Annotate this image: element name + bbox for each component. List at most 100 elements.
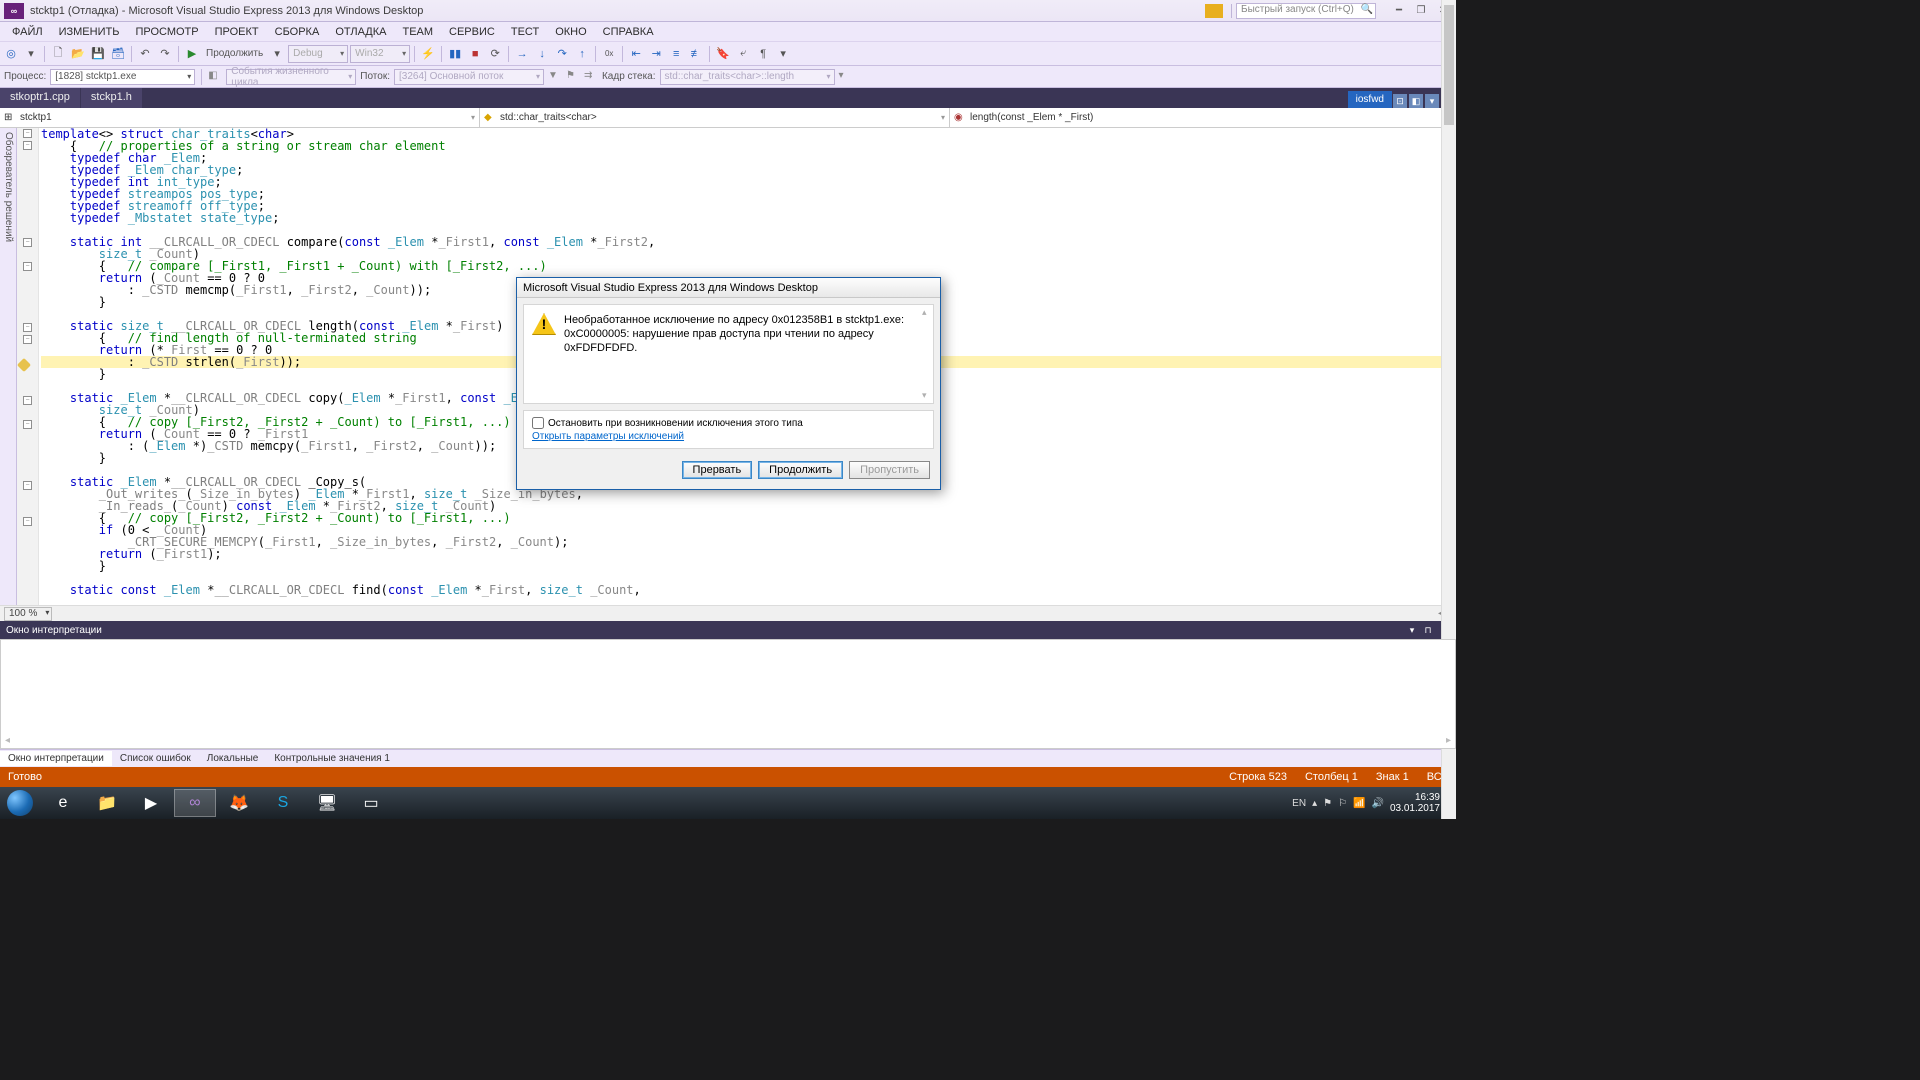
task-explorer[interactable]: 📁	[86, 789, 128, 817]
step-out-icon[interactable]: ↑	[573, 45, 591, 63]
hex-icon[interactable]: 0x	[600, 45, 618, 63]
fold-icon[interactable]: −	[23, 238, 32, 247]
notification-icon[interactable]	[1205, 4, 1223, 18]
editor-scrollbar[interactable]	[1441, 128, 1456, 605]
tray-volume-icon[interactable]: 🔊	[1371, 798, 1383, 809]
fold-icon[interactable]: −	[23, 396, 32, 405]
dialog-continue-button[interactable]: Продолжить	[758, 461, 843, 479]
task-ie[interactable]: e	[42, 789, 84, 817]
dialog-ignore-button[interactable]: Пропустить	[849, 461, 930, 479]
menu-team[interactable]: TEAM	[402, 26, 433, 38]
step-over-icon[interactable]: ↷	[553, 45, 571, 63]
dialog-exception-settings-link[interactable]: Открыть параметры исключений	[532, 431, 684, 442]
filter-icon[interactable]: ▼	[548, 70, 562, 84]
ptab-locals[interactable]: Локальные	[199, 751, 267, 766]
menu-debug[interactable]: ОТЛАДКА	[335, 26, 386, 38]
tab-stckp1h[interactable]: stckp1.h	[81, 88, 142, 108]
indent-icon[interactable]: ⇤	[627, 45, 645, 63]
dialog-break-checkbox[interactable]: Остановить при возникновении исключения …	[532, 417, 925, 429]
outdent-icon[interactable]: ⇥	[647, 45, 665, 63]
task-vs[interactable]: ∞	[174, 789, 216, 817]
restart-icon[interactable]: ⟳	[486, 45, 504, 63]
menu-project[interactable]: ПРОЕКТ	[215, 26, 259, 38]
task-syssettings[interactable]: 🖥	[306, 789, 348, 817]
fold-icon[interactable]: −	[23, 420, 32, 429]
panel-dropdown-icon[interactable]: ▾	[1406, 624, 1418, 636]
fold-icon[interactable]: −	[23, 517, 32, 526]
wrap-icon[interactable]: ⤶	[734, 45, 752, 63]
platform-dropdown[interactable]: Win32	[350, 45, 410, 63]
solution-explorer-tab[interactable]: Обозреватель решений	[0, 128, 17, 605]
continue-icon[interactable]: ▶	[183, 45, 201, 63]
fold-icon[interactable]: −	[23, 262, 32, 271]
menu-test[interactable]: ТЕСТ	[511, 26, 539, 38]
comment-icon[interactable]: ≡	[667, 45, 685, 63]
current-statement-icon[interactable]	[17, 358, 31, 372]
editor-gutter[interactable]: − − − − − − − − − −	[17, 128, 39, 605]
fold-icon[interactable]: −	[23, 129, 32, 138]
new-file-icon[interactable]: 🗋	[49, 45, 67, 63]
preview-promote-icon[interactable]: ◧	[1409, 94, 1423, 108]
undo-icon[interactable]: ↶	[136, 45, 154, 63]
nav-project[interactable]: ⊞stcktp1	[0, 108, 480, 127]
navigate-back-icon[interactable]: ◎	[2, 45, 20, 63]
bookmark-icon[interactable]: 🔖	[714, 45, 732, 63]
redo-icon[interactable]: ↷	[156, 45, 174, 63]
zoom-dropdown[interactable]: 100 %	[4, 607, 52, 621]
tray-flag-icon[interactable]: ⚑	[1323, 798, 1332, 809]
stop-icon[interactable]: ■	[466, 45, 484, 63]
fold-icon[interactable]: −	[23, 141, 32, 150]
navigate-fwd-icon[interactable]: ▾	[22, 45, 40, 63]
threads-icon[interactable]: ⇉	[584, 70, 598, 84]
dialog-scroll[interactable]: ▴▾	[920, 305, 933, 403]
magic-icon[interactable]: ⚡	[419, 45, 437, 63]
dialog-break-button[interactable]: Прервать	[682, 461, 753, 479]
task-wmp[interactable]: ▶	[130, 789, 172, 817]
save-all-icon[interactable]: 🗃	[109, 45, 127, 63]
menu-help[interactable]: СПРАВКА	[603, 26, 654, 38]
menu-view[interactable]: ПРОСМОТР	[135, 26, 198, 38]
nav-class[interactable]: ◆std::char_traits<char>	[480, 108, 950, 127]
output-panel-body[interactable]: ◂ ▸	[0, 639, 1456, 749]
uncomment-icon[interactable]: ≢	[687, 45, 705, 63]
preview-pin-icon[interactable]: ⊡	[1393, 94, 1407, 108]
tray-network-icon[interactable]: 📶	[1353, 798, 1365, 809]
ptab-immediate[interactable]: Окно интерпретации	[0, 751, 112, 766]
task-skype[interactable]: S	[262, 789, 304, 817]
overflow-icon[interactable]: ▾	[774, 45, 792, 63]
stack-dropdown[interactable]: std::char_traits<char>::length	[660, 69, 835, 85]
tray-clock[interactable]: 16:3903.01.2017	[1390, 792, 1440, 814]
process-dropdown[interactable]: [1828] stcktp1.exe	[50, 69, 195, 85]
overflow2-icon[interactable]: ▾	[839, 70, 853, 84]
minimize-button[interactable]: ━	[1390, 4, 1408, 18]
task-firefox[interactable]: 🦊	[218, 789, 260, 817]
task-misc[interactable]: ▭	[350, 789, 392, 817]
quick-launch-input[interactable]: Быстрый запуск (Ctrl+Q)	[1236, 3, 1376, 19]
tray-lang[interactable]: EN	[1292, 798, 1306, 809]
tray-action-icon[interactable]: ⚐	[1338, 798, 1347, 809]
tab-dropdown-icon[interactable]: ▾	[1425, 94, 1439, 108]
nav-member[interactable]: ◉length(const _Elem * _First)	[950, 108, 1456, 127]
step-into-icon[interactable]: ↓	[533, 45, 551, 63]
ptab-watch[interactable]: Контрольные значения 1	[266, 751, 398, 766]
save-icon[interactable]: 💾	[89, 45, 107, 63]
lifecycle-dropdown[interactable]: События жизненного цикла	[226, 69, 356, 85]
hscroll-right-icon[interactable]: ▸	[1446, 735, 1451, 746]
dialog-title[interactable]: Microsoft Visual Studio Express 2013 для…	[517, 278, 940, 298]
config-dropdown[interactable]: Debug	[288, 45, 348, 63]
menu-window[interactable]: ОКНО	[555, 26, 586, 38]
fold-icon[interactable]: −	[23, 481, 32, 490]
maximize-button[interactable]: ❐	[1412, 4, 1430, 18]
start-button[interactable]	[0, 789, 40, 817]
tray-chevron-icon[interactable]: ▴	[1312, 798, 1317, 809]
menu-service[interactable]: СЕРВИС	[449, 26, 495, 38]
hscroll-left-icon[interactable]: ◂	[5, 735, 10, 746]
show-next-icon[interactable]: →	[513, 45, 531, 63]
menu-file[interactable]: ФАЙЛ	[12, 26, 43, 38]
panel-pin-icon[interactable]: ⊓	[1422, 624, 1434, 636]
thread-dropdown[interactable]: [3264] Основной поток	[394, 69, 544, 85]
flag-icon[interactable]: ⚑	[566, 70, 580, 84]
menu-build[interactable]: СБОРКА	[275, 26, 320, 38]
lifecycle-icon[interactable]: ◧	[208, 70, 222, 84]
tab-stkoptr1[interactable]: stkoptr1.cpp	[0, 88, 80, 108]
